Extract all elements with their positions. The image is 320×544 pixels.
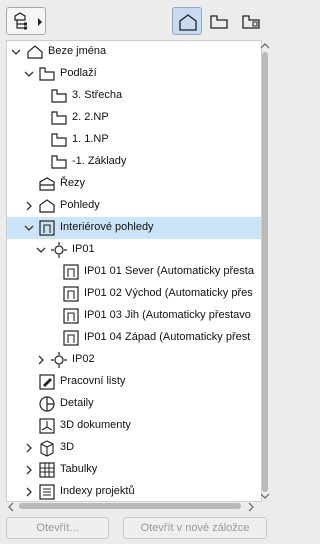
chevron-right-icon[interactable] xyxy=(23,464,35,476)
tree-label: 2. 2.NP xyxy=(72,111,109,123)
scroll-thumb[interactable] xyxy=(262,52,268,492)
tree-label: Detaily xyxy=(60,397,94,409)
tree-item-ip01-view[interactable]: IP01 02 Východ (Automaticky přes xyxy=(7,283,261,305)
house-icon xyxy=(179,14,197,31)
tree-item-ip01-view[interactable]: IP01 03 Jih (Automaticky přestavo xyxy=(7,305,261,327)
horizontal-scrollbar[interactable] xyxy=(7,500,260,512)
tree-label: -1. Základy xyxy=(72,155,127,167)
hscroll-thumb[interactable] xyxy=(19,503,241,509)
project-map-dropdown-button[interactable] xyxy=(6,7,46,35)
project-tree[interactable]: Beze jména Podlaží 3. Střecha 2. 2.NP 1.… xyxy=(6,40,262,502)
layout-book-button[interactable] xyxy=(236,7,266,35)
tree-item-ip02[interactable]: IP02 xyxy=(7,349,261,371)
tree-item-pracovni[interactable]: Pracovní listy xyxy=(7,371,261,393)
tree-label: IP01 04 Západ (Automaticky přest xyxy=(84,331,251,343)
floor-plan-icon xyxy=(51,155,67,169)
tree-item-floor[interactable]: 3. Střecha xyxy=(7,85,261,107)
chevron-down-icon[interactable] xyxy=(10,46,22,58)
project-tree-icon xyxy=(14,12,42,30)
tree-label: Tabulky xyxy=(60,463,98,475)
worksheet-icon xyxy=(39,374,55,390)
tree-label: Pracovní listy xyxy=(60,375,126,387)
house-icon xyxy=(27,45,43,59)
chevron-right-icon[interactable] xyxy=(23,486,35,498)
tree-item-ip01-view[interactable]: IP01 04 Západ (Automaticky přest xyxy=(7,327,261,349)
scroll-right-arrow-icon[interactable] xyxy=(247,502,255,512)
tree-label: Podlaží xyxy=(60,67,97,79)
tree-label: IP02 xyxy=(72,353,95,365)
interior-elevation-icon xyxy=(63,330,79,346)
chevron-down-icon[interactable] xyxy=(23,222,35,234)
chevron-right-icon[interactable] xyxy=(23,200,35,212)
marker-icon xyxy=(51,242,67,258)
table-icon xyxy=(39,462,55,478)
tree-item-root[interactable]: Beze jména xyxy=(7,41,261,63)
tree-item-detaily[interactable]: Detaily xyxy=(7,393,261,415)
tree-item-ip01[interactable]: IP01 xyxy=(7,239,261,261)
elevation-icon xyxy=(39,199,55,213)
tree-label: 1. 1.NP xyxy=(72,133,109,145)
tree-label: IP01 02 Východ (Automaticky přes xyxy=(84,287,253,299)
tree-item-indexy[interactable]: Indexy projektů xyxy=(7,481,261,501)
tree-label: IP01 03 Jih (Automaticky přestavo xyxy=(84,309,251,321)
index-icon xyxy=(39,484,55,500)
view-map-button[interactable] xyxy=(204,7,234,35)
tree-item-interior[interactable]: Interiérové pohledy xyxy=(7,217,261,239)
tree-item-3d[interactable]: 3D xyxy=(7,437,261,459)
floor-plan-icon xyxy=(51,133,67,147)
tree-label: IP01 01 Sever (Automaticky přesta xyxy=(84,265,254,277)
3d-document-icon xyxy=(39,418,55,434)
tree-label: Beze jména xyxy=(48,45,107,57)
section-icon xyxy=(39,177,55,191)
tree-label: Řezy xyxy=(60,177,86,189)
chevron-down-icon[interactable] xyxy=(35,244,47,256)
interior-elevation-icon xyxy=(63,264,79,280)
tree-item-podlazi[interactable]: Podlaží xyxy=(7,63,261,85)
project-map-view-button[interactable] xyxy=(172,7,202,35)
tree-label: Pohledy xyxy=(60,199,100,211)
floor-plan-icon xyxy=(39,67,55,81)
cube-icon xyxy=(40,440,54,457)
tree-label: 3. Střecha xyxy=(72,89,123,101)
tree-label: 3D dokumenty xyxy=(60,419,131,431)
chevron-right-icon[interactable] xyxy=(35,354,47,366)
scroll-up-arrow-icon[interactable] xyxy=(260,42,270,50)
interior-elevation-icon xyxy=(63,308,79,324)
tree-item-ip01-view[interactable]: IP01 01 Sever (Automaticky přesta xyxy=(7,261,261,283)
chevron-right-icon xyxy=(38,18,42,26)
tree-label: Interiérové pohledy xyxy=(60,221,154,233)
layout-icon xyxy=(242,15,260,29)
tree-label: IP01 xyxy=(72,243,95,255)
chevron-down-icon[interactable] xyxy=(23,68,35,80)
scroll-left-arrow-icon[interactable] xyxy=(7,502,15,512)
floor-plan-icon xyxy=(51,111,67,125)
tree-item-floor[interactable]: -1. Základy xyxy=(7,151,261,173)
chevron-right-icon[interactable] xyxy=(23,442,35,454)
vertical-scrollbar[interactable] xyxy=(260,40,270,500)
marker-icon xyxy=(51,352,67,368)
floor-plan-icon xyxy=(51,89,67,103)
open-in-new-tab-button[interactable]: Otevřít v nové záložce xyxy=(123,517,267,539)
tree-item-floor[interactable]: 1. 1.NP xyxy=(7,129,261,151)
tree-label: Indexy projektů xyxy=(60,485,135,497)
detail-icon xyxy=(39,396,55,412)
scroll-down-arrow-icon[interactable] xyxy=(260,492,270,500)
interior-elevation-icon xyxy=(63,286,79,302)
floor-plan-icon xyxy=(210,15,228,29)
tree-item-floor[interactable]: 2. 2.NP xyxy=(7,107,261,129)
toolbar xyxy=(0,0,274,40)
tree-label: 3D xyxy=(60,441,75,453)
tree-item-rezy[interactable]: Řezy xyxy=(7,173,261,195)
tree-item-pohledy[interactable]: Pohledy xyxy=(7,195,261,217)
open-button[interactable]: Otevřít... xyxy=(6,517,109,539)
tree-item-tabulky[interactable]: Tabulky xyxy=(7,459,261,481)
tree-item-3d-dokumenty[interactable]: 3D dokumenty xyxy=(7,415,261,437)
interior-elevation-icon xyxy=(39,220,55,236)
